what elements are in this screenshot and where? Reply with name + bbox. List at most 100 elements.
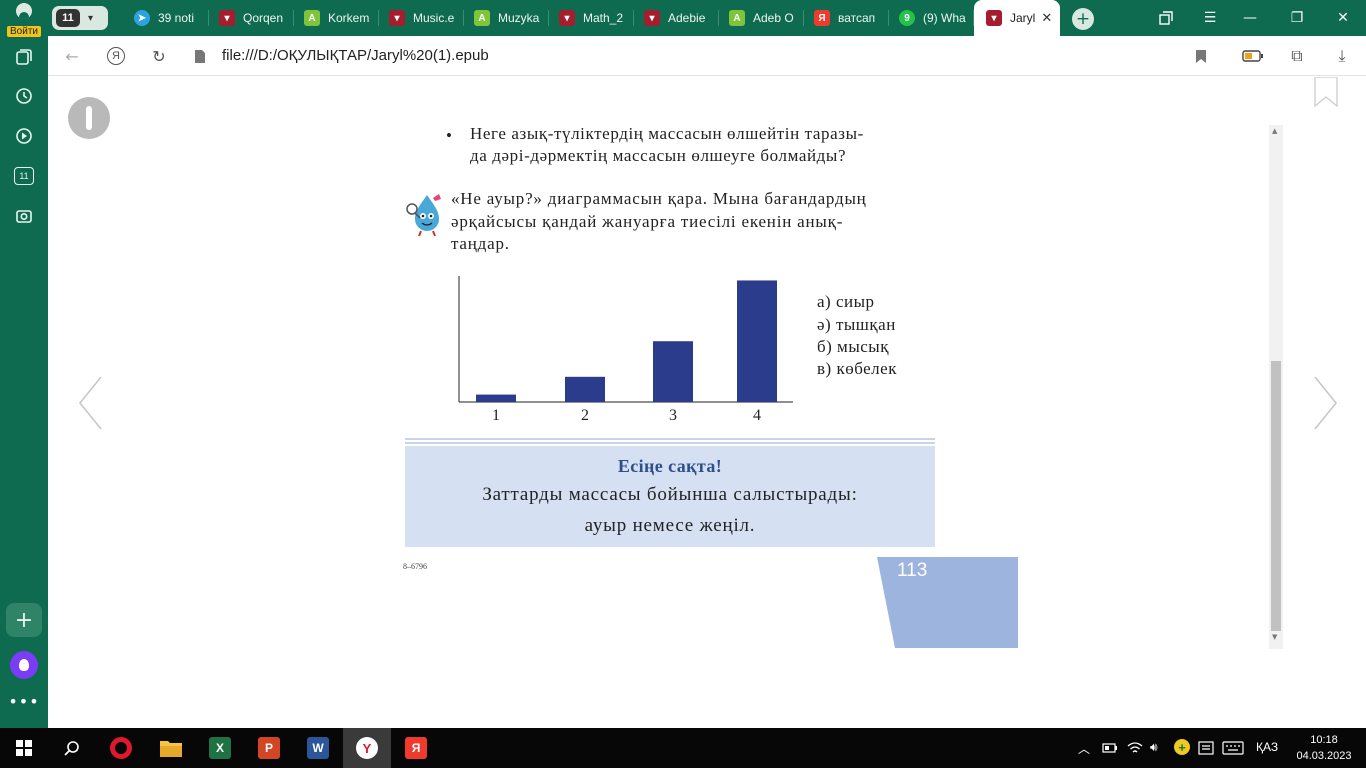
tab-strip: 11 ▾ ➤ 39 noti ▾ Qorqen A Korkem ▾ Music.e A Muzy… bbox=[48, 0, 1366, 36]
chart-tick-label-1: 1 bbox=[492, 407, 500, 424]
downloads-icon[interactable]: ⤓ bbox=[1330, 44, 1354, 68]
play-icon[interactable] bbox=[0, 118, 48, 154]
mascot-drop-icon bbox=[406, 194, 441, 237]
yandex-app-icon[interactable]: Я bbox=[392, 728, 440, 768]
question-line-2: да дәрі-дәрмектің массасын өлшеуге болма… bbox=[470, 146, 847, 165]
tab-6[interactable]: ▾ Math_2 bbox=[549, 0, 634, 36]
back-arrow-icon[interactable]: ← bbox=[60, 44, 84, 68]
login-button[interactable]: Войти bbox=[2, 3, 46, 37]
powerpoint-icon[interactable]: P bbox=[245, 728, 293, 768]
wifi-icon[interactable] bbox=[1127, 741, 1143, 755]
chart-bar-4 bbox=[737, 280, 777, 402]
extensions-icon[interactable]: ⧉ bbox=[1285, 44, 1309, 68]
address-field[interactable]: file:///D:/ОҚУЛЫҚТАР/Jaryl%20(1).epub bbox=[222, 47, 489, 64]
notes-icon[interactable] bbox=[1198, 741, 1214, 755]
tab-2[interactable]: ▾ Qorqen bbox=[209, 0, 294, 36]
book-icon: ▾ bbox=[986, 10, 1002, 26]
scrollbar-thumb[interactable] bbox=[1271, 361, 1281, 631]
tab-4[interactable]: ▾ Music.e bbox=[379, 0, 464, 36]
language-indicator[interactable]: ҚАЗ bbox=[1256, 740, 1278, 754]
windows-start-icon[interactable] bbox=[0, 728, 48, 768]
tab-1[interactable]: ➤ 39 noti bbox=[124, 0, 209, 36]
word-icon[interactable]: W bbox=[294, 728, 342, 768]
tab-3[interactable]: A Korkem bbox=[294, 0, 379, 36]
chevron-down-icon: ▾ bbox=[88, 12, 94, 24]
close-window-button[interactable]: ✕ bbox=[1327, 0, 1359, 36]
tab-label: Korkem bbox=[328, 11, 370, 25]
search-icon[interactable] bbox=[48, 728, 96, 768]
book-icon: ▾ bbox=[644, 10, 660, 26]
volume-icon[interactable]: 🔊︎ bbox=[1150, 740, 1158, 755]
question-line-1: Неге азық-түліктердің массасын өлшейтін … bbox=[470, 126, 864, 143]
tabs-overview-icon[interactable] bbox=[1150, 0, 1182, 36]
add-panel-button[interactable]: + bbox=[6, 603, 42, 637]
tab-label: 39 noti bbox=[158, 11, 195, 25]
tab-8[interactable]: A Adeb O bbox=[719, 0, 804, 36]
keyboard-icon[interactable] bbox=[1222, 741, 1244, 755]
restore-button[interactable]: ❐ bbox=[1281, 0, 1313, 36]
tab-9[interactable]: Яватсап bbox=[804, 0, 889, 36]
login-label: Войти bbox=[7, 26, 41, 37]
vertical-scrollbar[interactable]: ▲ ▼ bbox=[1269, 125, 1283, 649]
whatsapp-icon: 9 bbox=[899, 10, 915, 26]
screenshot-icon[interactable] bbox=[0, 198, 48, 234]
new-tab-button[interactable]: + bbox=[1072, 8, 1094, 30]
print-code: 8–6796 bbox=[403, 562, 427, 571]
reader-info-button[interactable] bbox=[68, 97, 110, 139]
user-avatar-icon bbox=[16, 3, 32, 19]
tab-active[interactable]: ▾ Jaryl ✕ bbox=[974, 0, 1060, 36]
book-icon: ▾ bbox=[559, 10, 575, 26]
option-b: б) мысық bbox=[817, 337, 889, 356]
battery-icon[interactable] bbox=[1102, 742, 1118, 754]
scroll-up-arrow-icon[interactable]: ▲ bbox=[1272, 127, 1277, 135]
book-page: • Неге азық-түліктердің массасын өлшейті… bbox=[357, 126, 1018, 648]
tab-5[interactable]: A Muzyka bbox=[464, 0, 549, 36]
windows-taskbar: X P W Y Я ︿ 🔊︎ + ҚАЗ 10:18 04.03.2023 bbox=[0, 728, 1366, 768]
yandex-browser-icon[interactable]: Y bbox=[343, 728, 391, 768]
taskbar-clock[interactable]: 10:18 04.03.2023 bbox=[1293, 732, 1355, 764]
minimize-button[interactable]: — bbox=[1234, 0, 1266, 36]
file-explorer-icon[interactable] bbox=[147, 728, 195, 768]
reload-icon[interactable]: ↻ bbox=[147, 44, 171, 68]
excel-icon[interactable]: X bbox=[196, 728, 244, 768]
scroll-down-arrow-icon[interactable]: ▼ bbox=[1272, 633, 1277, 641]
option-ae: ә) тышқан bbox=[817, 315, 896, 334]
tab-group-button[interactable]: 11 ▾ bbox=[52, 6, 108, 30]
alice-assistant-icon[interactable] bbox=[10, 651, 38, 679]
tab-group-badge-icon[interactable]: 11 bbox=[0, 158, 48, 194]
telegram-icon: ➤ bbox=[134, 10, 150, 26]
tab-label: (9) Wha bbox=[923, 11, 966, 25]
a-letter-icon: A bbox=[474, 10, 490, 26]
more-icon[interactable]: ••• bbox=[0, 692, 48, 711]
task-line-1: «Не ауыр?» диаграммасын қара. Мына баған… bbox=[451, 189, 867, 208]
remember-title: Есіңе сақта! bbox=[617, 456, 723, 476]
opera-icon[interactable] bbox=[97, 728, 145, 768]
security-tray-icon[interactable]: + bbox=[1174, 739, 1190, 755]
bookmark-icon[interactable] bbox=[1189, 44, 1213, 68]
file-icon bbox=[188, 44, 212, 68]
yandex-icon: Я bbox=[814, 10, 830, 26]
battery-saver-icon[interactable] bbox=[1241, 44, 1265, 68]
menu-icon[interactable]: ☰ bbox=[1194, 0, 1226, 36]
clock-date: 04.03.2023 bbox=[1296, 750, 1352, 762]
remember-line-2: ауыр немесе жеңіл. bbox=[584, 515, 756, 536]
tab-label: Music.e bbox=[413, 11, 455, 25]
page-bookmark-icon[interactable] bbox=[1314, 77, 1338, 107]
chart-bar-2 bbox=[565, 376, 605, 402]
prev-page-arrow-icon[interactable] bbox=[76, 373, 106, 433]
tab-7[interactable]: ▾ Adebie bbox=[634, 0, 719, 36]
address-toolbar: ← Я ↻ file:///D:/ОҚУЛЫҚТАР/Jaryl%20(1).e… bbox=[48, 36, 1366, 76]
yandex-logo-icon[interactable]: Я bbox=[104, 44, 128, 68]
remember-divider bbox=[405, 438, 935, 440]
tab-label: Adeb O bbox=[753, 11, 794, 25]
tab-10[interactable]: 9 (9) Wha bbox=[889, 0, 974, 36]
book-icon: ▾ bbox=[219, 10, 235, 26]
remember-divider bbox=[405, 442, 935, 444]
option-v: в) көбелек bbox=[817, 359, 897, 378]
close-tab-icon[interactable]: ✕ bbox=[1041, 10, 1052, 26]
history-icon[interactable] bbox=[0, 78, 48, 114]
collections-icon[interactable] bbox=[0, 39, 48, 75]
next-page-arrow-icon[interactable] bbox=[1310, 373, 1340, 433]
task-line-3: таңдар. bbox=[451, 234, 510, 253]
tray-chevron-up-icon[interactable]: ︿ bbox=[1078, 740, 1090, 757]
